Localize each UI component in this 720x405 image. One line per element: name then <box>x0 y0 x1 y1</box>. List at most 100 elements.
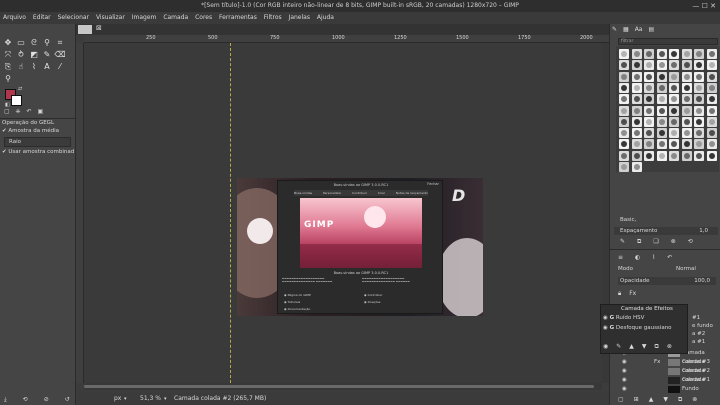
brush-filter-input[interactable]: filtrar <box>618 38 718 45</box>
zoom-tool-icon[interactable]: ⚲ <box>2 73 14 84</box>
image-content[interactable]: D Boas-vindas ao GIMP 3.0.0-RC1 Fechar B… <box>237 178 483 316</box>
brush-preset[interactable] <box>656 94 667 105</box>
brush-preset[interactable] <box>656 49 667 59</box>
brush-preset[interactable] <box>619 82 629 93</box>
sample-average-option[interactable]: ✔ Amostra da média <box>2 128 59 134</box>
menu-filtros[interactable]: Filtros <box>264 12 282 24</box>
paths-tool-icon[interactable]: ⌇ <box>28 61 40 72</box>
brush-preset[interactable] <box>694 49 704 59</box>
brush-preset[interactable] <box>669 71 679 82</box>
brush-preset[interactable] <box>656 60 667 71</box>
brush-preset[interactable] <box>619 94 629 105</box>
brush-preset[interactable] <box>619 71 629 82</box>
brush-preset[interactable] <box>706 128 717 139</box>
raise-effect-icon[interactable]: ▲ <box>629 343 634 351</box>
brush-preset[interactable] <box>619 60 629 71</box>
delete-effect-icon[interactable]: ⊗ <box>667 343 672 351</box>
menu-imagem[interactable]: Imagem <box>132 12 157 24</box>
welcome-tab[interactable]: Notas de lançamento <box>396 190 428 196</box>
brush-preset[interactable] <box>694 116 704 127</box>
menu-visualizar[interactable]: Visualizar <box>96 12 125 24</box>
edit-brush-icon[interactable]: ✎ <box>620 238 625 246</box>
text-tool-icon[interactable]: A <box>41 61 53 72</box>
menu-ferramentas[interactable]: Ferramentas <box>219 12 257 24</box>
new-brush-icon[interactable]: ⧉ <box>637 238 641 246</box>
welcome-link[interactable]: ◉ Tutoriais <box>284 300 300 304</box>
effect-row[interactable]: ◉ G Ruído HSV <box>603 315 644 321</box>
brush-preset[interactable] <box>694 94 704 105</box>
brush-preset[interactable] <box>644 128 654 139</box>
welcome-close-button[interactable]: Fechar <box>427 182 439 186</box>
swap-colors-icon[interactable]: ⇄ <box>18 86 22 92</box>
move-tool-icon[interactable]: ✥ <box>2 37 14 48</box>
brush-preset[interactable] <box>644 71 654 82</box>
brush-preset[interactable] <box>681 60 692 71</box>
welcome-tab[interactable]: Personalizar <box>323 190 341 196</box>
duplicate-brush-icon[interactable]: ❏ <box>653 238 658 246</box>
brush-preset[interactable] <box>656 71 667 82</box>
brush-preset[interactable] <box>619 49 629 59</box>
brush-preset[interactable] <box>706 105 717 116</box>
opacity-slider[interactable]: Opacidade 100,0 <box>618 277 716 285</box>
brush-preset[interactable] <box>681 150 692 161</box>
unified-transform-tool-icon[interactable]: ⤧ <box>2 49 14 60</box>
brush-preset[interactable] <box>694 105 704 116</box>
eye-icon[interactable]: ◉ <box>622 376 627 385</box>
brush-preset[interactable] <box>631 60 642 71</box>
delete-layer-icon[interactable]: ⊗ <box>692 396 697 404</box>
brush-preset[interactable] <box>656 105 667 116</box>
spacing-slider[interactable]: Espaçamento 1,0 <box>614 227 718 235</box>
fuzzy-select-tool-icon[interactable]: ⚲ <box>41 37 53 48</box>
brush-preset[interactable] <box>619 128 629 139</box>
menu-janelas[interactable]: Janelas <box>289 12 310 24</box>
menu-ajuda[interactable]: Ajuda <box>317 12 334 24</box>
menu-camada[interactable]: Camada <box>163 12 188 24</box>
brush-preset[interactable] <box>706 49 717 59</box>
welcome-tab[interactable]: Contribuir <box>352 190 367 196</box>
fonts-tab-icon[interactable]: Aa <box>635 26 643 33</box>
channels-tab-icon[interactable]: ◐ <box>635 254 640 261</box>
patterns-tab-icon[interactable]: ▦ <box>623 26 629 33</box>
eraser-tool-icon[interactable]: ⌫ <box>54 49 66 60</box>
brush-preset[interactable] <box>669 150 679 161</box>
brush-preset[interactable] <box>619 139 629 150</box>
eye-icon[interactable]: ◉ <box>622 358 627 367</box>
restore-options-icon[interactable]: ⟲ <box>23 396 28 404</box>
eye-icon[interactable]: ◉ <box>603 325 608 331</box>
horizontal-scrollbar[interactable] <box>84 383 602 390</box>
brush-preset[interactable] <box>644 60 654 71</box>
new-layer-icon[interactable]: ▢ <box>618 396 624 404</box>
brush-preset[interactable] <box>631 71 642 82</box>
brush-preset[interactable] <box>681 128 692 139</box>
brush-preset[interactable] <box>681 49 692 59</box>
brush-preset[interactable] <box>669 139 679 150</box>
brush-preset[interactable] <box>681 105 692 116</box>
lock-icon[interactable]: 🔒︎ <box>618 290 621 298</box>
scrollbar-thumb[interactable] <box>84 385 594 388</box>
brush-preset[interactable] <box>681 94 692 105</box>
brush-preset[interactable] <box>656 128 667 139</box>
layer-mode-select[interactable]: Normal <box>676 266 696 272</box>
brush-preset[interactable] <box>681 116 692 127</box>
fx-icon[interactable]: Fx <box>654 358 660 367</box>
brush-preset[interactable] <box>644 82 654 93</box>
image-thumbnail-tab[interactable] <box>78 25 92 34</box>
eye-icon[interactable]: ◉ <box>622 385 627 394</box>
merge-effect-icon[interactable]: ⧉ <box>655 343 659 351</box>
paths-tab-icon[interactable]: ⌇ <box>652 254 655 261</box>
brush-preset[interactable] <box>669 105 679 116</box>
color-picker-tool-icon[interactable]: ⁄ <box>54 61 66 72</box>
brush-preset[interactable] <box>669 82 679 93</box>
smudge-tool-icon[interactable]: ☝ <box>15 61 27 72</box>
welcome-link[interactable]: ◉ Doações <box>364 300 380 304</box>
welcome-link[interactable]: ◉ Contribuir <box>364 293 383 297</box>
welcome-tab[interactable]: Criar <box>378 190 385 196</box>
brush-preset[interactable] <box>631 139 642 150</box>
layer-row[interactable]: ◉ Camada <box>618 376 720 385</box>
delete-brush-icon[interactable]: ⊗ <box>671 238 676 246</box>
images-tab-icon[interactable]: ▣ <box>38 108 44 117</box>
brush-preset[interactable] <box>694 139 704 150</box>
raise-layer-icon[interactable]: ▲ <box>649 396 654 404</box>
bucket-fill-tool-icon[interactable]: ◩ <box>28 49 40 60</box>
rect-select-tool-icon[interactable]: ▭ <box>15 37 27 48</box>
